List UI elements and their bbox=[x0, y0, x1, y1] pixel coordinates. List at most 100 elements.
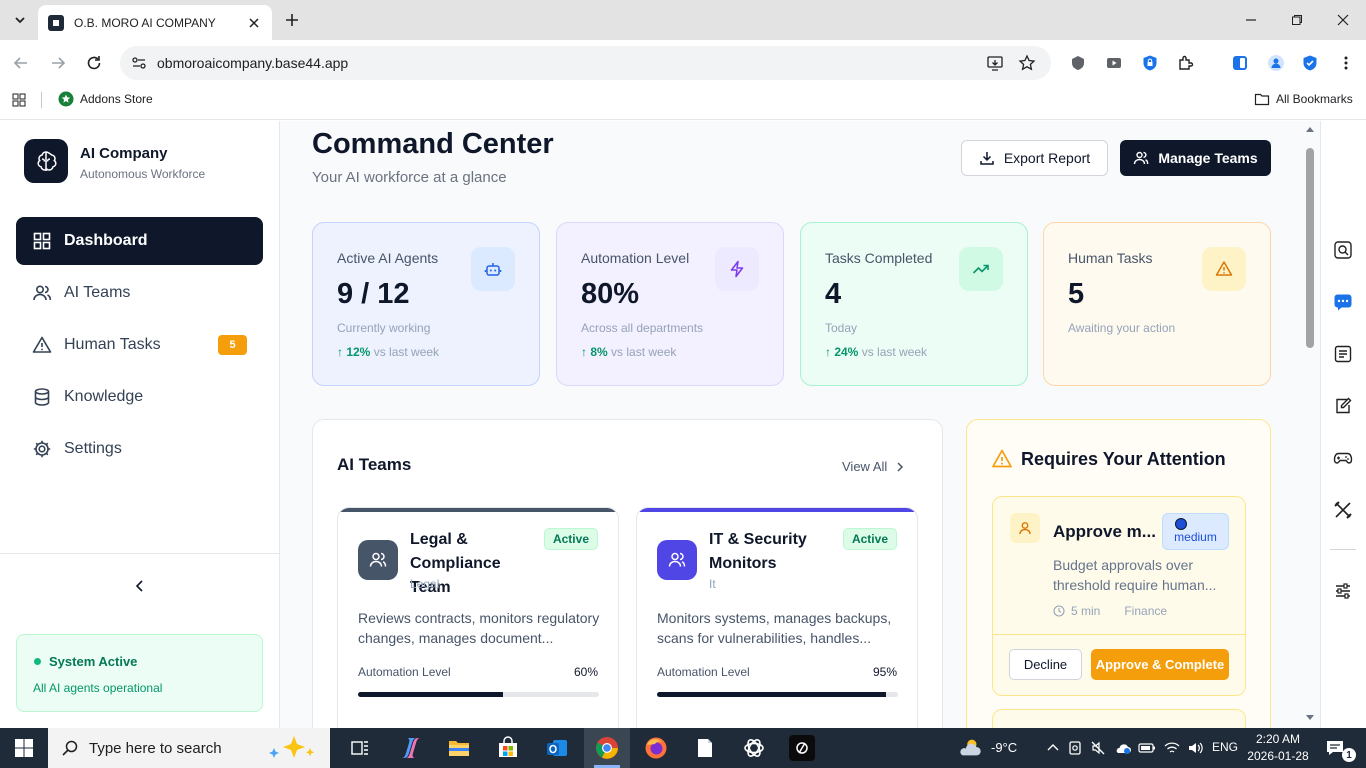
task-view-icon[interactable] bbox=[347, 735, 373, 761]
window-close-icon[interactable] bbox=[1333, 10, 1353, 30]
scroll-up-arrow-icon[interactable] bbox=[1305, 125, 1315, 133]
reload-icon[interactable] bbox=[83, 52, 105, 74]
notes-edit-icon[interactable] bbox=[1333, 396, 1353, 416]
chatgpt-icon[interactable] bbox=[741, 735, 767, 761]
export-report-button[interactable]: Export Report bbox=[961, 140, 1108, 176]
new-tab-icon[interactable] bbox=[283, 11, 301, 29]
extension-lock-icon[interactable] bbox=[1141, 54, 1159, 72]
team-card-legal[interactable]: Legal & Compliance Team Legal Active Rev… bbox=[337, 507, 619, 747]
terminal-app-icon[interactable] bbox=[789, 735, 815, 761]
bookmark-star-icon[interactable] bbox=[1018, 54, 1036, 72]
team-name: IT & Security Monitors bbox=[709, 531, 807, 572]
gear-icon bbox=[33, 440, 51, 458]
reading-list-icon[interactable] bbox=[1333, 344, 1353, 364]
stat-value: 4 bbox=[825, 278, 842, 310]
tab-title: O.B. MORO AI COMPANY bbox=[74, 15, 216, 30]
microsoft-store-icon[interactable] bbox=[495, 735, 521, 761]
minimize-icon[interactable] bbox=[1241, 10, 1261, 30]
automation-label: Automation Level bbox=[358, 665, 451, 679]
team-department: Legal bbox=[410, 577, 440, 591]
sidebar-item-human-tasks[interactable]: Human Tasks 5 bbox=[16, 321, 263, 369]
approve-complete-button[interactable]: Approve & Complete bbox=[1091, 649, 1229, 680]
team-department: It bbox=[709, 577, 716, 591]
page-subtitle: Your AI workforce at a glance bbox=[312, 169, 507, 186]
install-app-icon[interactable] bbox=[986, 54, 1004, 72]
automation-percent: 95% bbox=[872, 665, 897, 679]
tray-volume-icon[interactable] bbox=[1183, 735, 1209, 761]
stat-label: Automation Level bbox=[581, 250, 690, 266]
search-sidebar-icon[interactable] bbox=[1333, 240, 1353, 260]
brand-subtitle: Autonomous Workforce bbox=[80, 167, 206, 181]
sidebar-item-knowledge[interactable]: Knowledge bbox=[16, 373, 263, 421]
extensions-puzzle-icon[interactable] bbox=[1177, 54, 1195, 72]
tab-search-button[interactable] bbox=[8, 8, 32, 32]
extension-shield-icon[interactable] bbox=[1069, 54, 1087, 72]
apps-grid-icon[interactable] bbox=[12, 93, 26, 107]
profile-avatar-icon[interactable] bbox=[1267, 54, 1285, 72]
temperature-text[interactable]: -9°C bbox=[991, 740, 1017, 755]
taskbar-search-box[interactable]: Type here to search bbox=[48, 728, 330, 768]
decline-button[interactable]: Decline bbox=[1009, 649, 1082, 680]
notepad-icon[interactable] bbox=[692, 735, 718, 761]
users-icon bbox=[358, 540, 398, 580]
tray-battery-icon[interactable] bbox=[1134, 735, 1160, 761]
chat-icon[interactable] bbox=[1333, 292, 1353, 312]
tray-wifi-icon[interactable] bbox=[1159, 735, 1185, 761]
extension-check-shield-icon[interactable] bbox=[1301, 54, 1319, 72]
scroll-down-arrow-icon[interactable] bbox=[1305, 714, 1315, 722]
address-bar[interactable]: obmoroaicompany.base44.app bbox=[120, 46, 1051, 80]
ai-teams-title: AI Teams bbox=[337, 455, 412, 474]
taskbar-clock[interactable]: 2:20 AM 2026-01-28 bbox=[1247, 731, 1309, 765]
tab-close-icon[interactable] bbox=[246, 15, 262, 31]
scrollbar-thumb[interactable] bbox=[1306, 148, 1314, 348]
all-bookmarks-button[interactable]: All Bookmarks bbox=[1254, 91, 1353, 107]
stat-value: 80% bbox=[581, 278, 640, 310]
users-icon bbox=[33, 285, 52, 301]
side-panel-icon[interactable] bbox=[1231, 54, 1249, 72]
tools-icon[interactable] bbox=[1333, 500, 1353, 520]
chrome-icon[interactable] bbox=[594, 735, 620, 761]
notification-count-badge: 1 bbox=[1342, 748, 1356, 762]
tray-mute-icon[interactable] bbox=[1085, 735, 1111, 761]
sidebar-item-ai-teams[interactable]: AI Teams bbox=[16, 269, 263, 317]
extension-video-icon[interactable] bbox=[1105, 54, 1123, 72]
weather-cloud-icon[interactable] bbox=[957, 735, 983, 761]
outlook-icon[interactable] bbox=[544, 735, 570, 761]
users-icon bbox=[1134, 151, 1149, 165]
manage-teams-button[interactable]: Manage Teams bbox=[1120, 140, 1271, 176]
team-card-it-security[interactable]: IT & Security Monitors It Active Monitor… bbox=[636, 507, 918, 747]
alert-triangle-icon bbox=[991, 448, 1013, 470]
input-language[interactable]: ENG bbox=[1212, 740, 1238, 754]
restore-icon[interactable] bbox=[1287, 10, 1307, 30]
task-time: 5 min bbox=[1071, 604, 1101, 618]
addons-star-icon bbox=[58, 91, 74, 107]
gamepad-icon[interactable] bbox=[1333, 448, 1353, 468]
stat-card-human-tasks: Human Tasks 5 Awaiting your action bbox=[1043, 222, 1271, 386]
edge-sidebar-divider bbox=[1330, 549, 1356, 550]
attention-task-description: Budget approvals over threshold require … bbox=[1053, 557, 1217, 593]
browser-menu-icon[interactable] bbox=[1337, 54, 1355, 72]
sidebar-item-dashboard[interactable]: Dashboard bbox=[16, 217, 263, 265]
sidebar-item-settings[interactable]: Settings bbox=[16, 425, 263, 473]
stat-label: Human Tasks bbox=[1068, 250, 1153, 266]
forward-arrow-icon[interactable] bbox=[47, 52, 69, 74]
collapse-sidebar-chevron-left-icon[interactable] bbox=[131, 577, 149, 595]
bookmark-addons-store[interactable]: Addons Store bbox=[58, 91, 153, 107]
page-title: Command Center bbox=[312, 128, 554, 160]
automation-progress-track bbox=[657, 692, 898, 697]
file-explorer-icon[interactable] bbox=[446, 735, 472, 761]
view-all-label: View All bbox=[842, 459, 888, 474]
browser-tab[interactable]: O.B. MORO AI COMPANY bbox=[38, 5, 272, 40]
windows-start-icon[interactable] bbox=[14, 738, 34, 758]
sidebar-item-label: Dashboard bbox=[64, 232, 148, 249]
customize-sliders-icon[interactable] bbox=[1333, 581, 1353, 601]
copilot-icon[interactable] bbox=[398, 735, 424, 761]
stat-subtext: Today bbox=[825, 321, 858, 335]
view-all-link[interactable]: View All bbox=[842, 459, 907, 474]
back-arrow-icon[interactable] bbox=[10, 52, 32, 74]
site-settings-icon[interactable] bbox=[130, 54, 148, 72]
tray-cloud-icon[interactable] bbox=[1110, 735, 1136, 761]
status-indicator-dot bbox=[34, 658, 41, 665]
firefox-icon[interactable] bbox=[643, 735, 669, 761]
brand-title: AI Company bbox=[80, 145, 168, 162]
